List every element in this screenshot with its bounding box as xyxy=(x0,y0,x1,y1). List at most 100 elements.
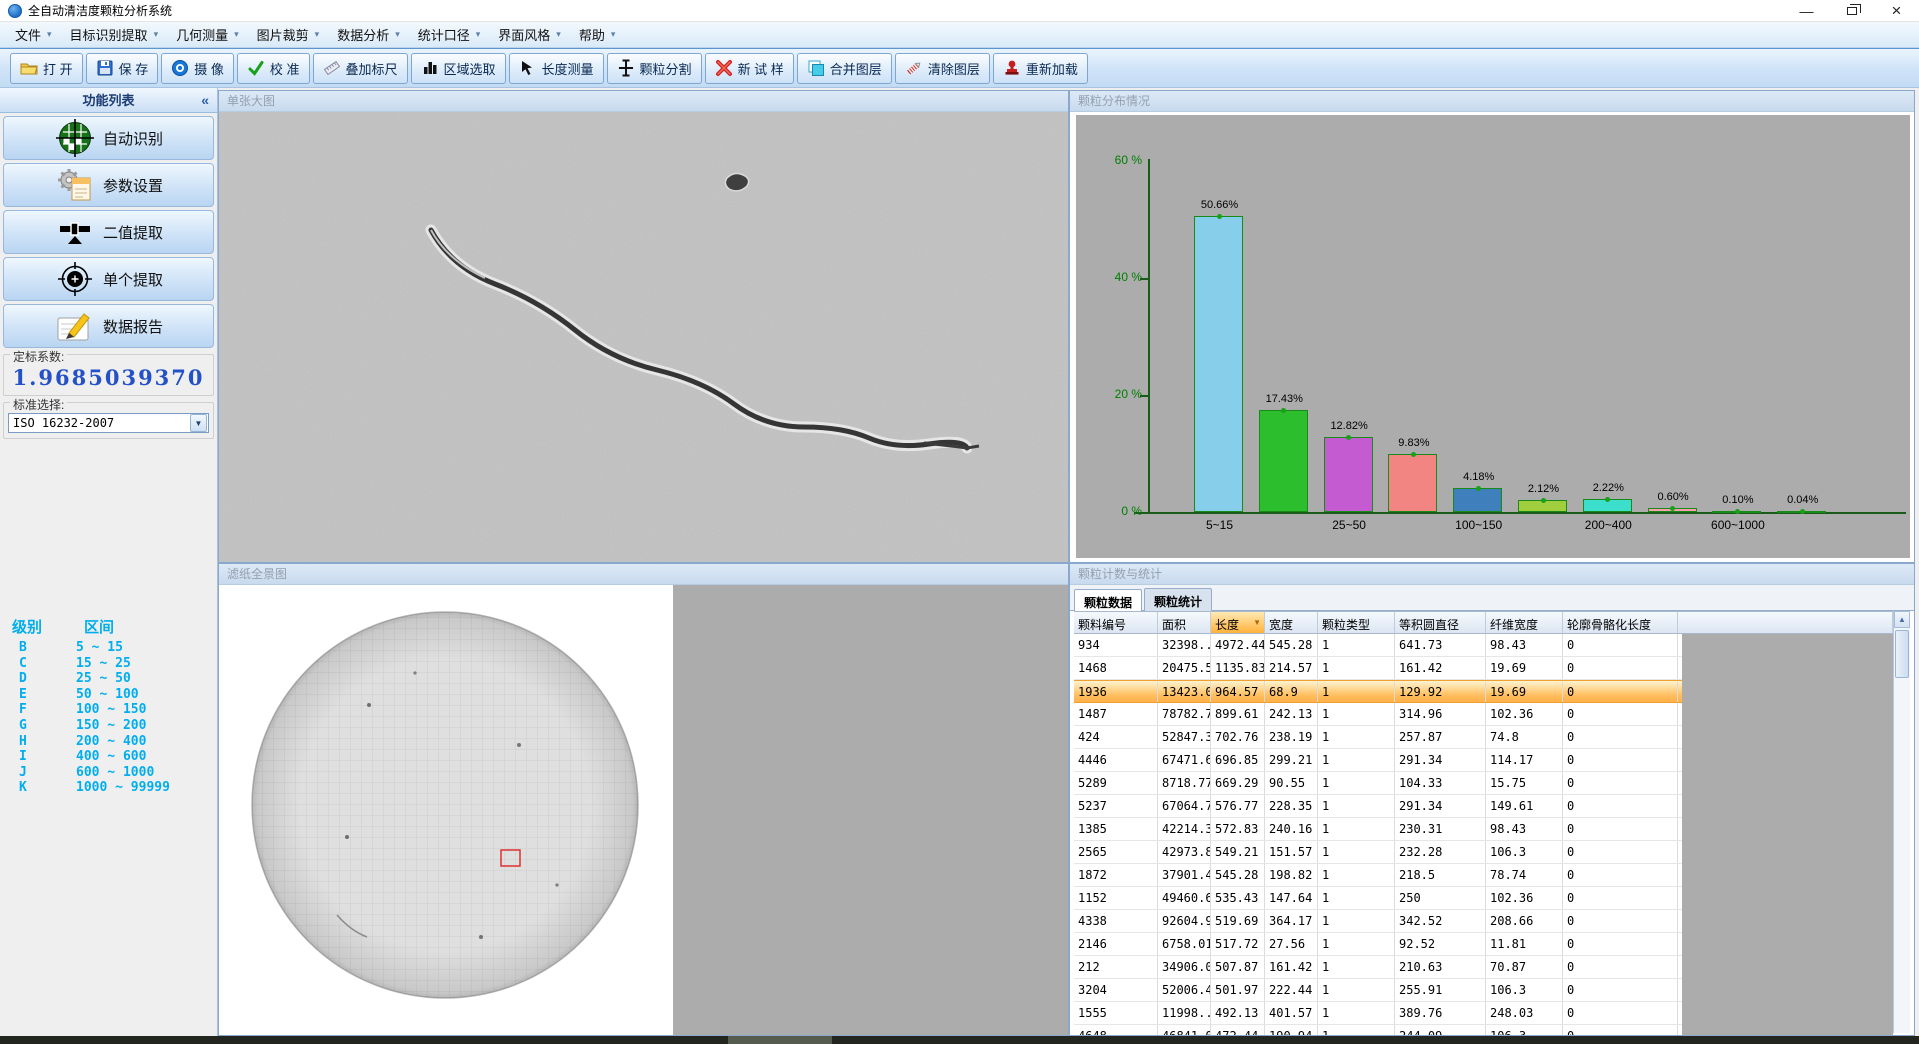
toolbar-button-label: 清除图层 xyxy=(928,59,980,78)
menu-item-2[interactable]: 几何测量▾ xyxy=(167,22,248,47)
new-sample-icon xyxy=(715,59,733,77)
menu-item-label: 目标识别提取 xyxy=(70,25,148,44)
chart-bar-25~50[interactable] xyxy=(1324,437,1373,512)
merge-layers-button[interactable]: 合并图层 xyxy=(797,53,892,84)
table-cell: 696.85 xyxy=(1211,749,1265,771)
table-row[interactable]: 464846841.09472.44190.941244.09106.30 xyxy=(1074,1025,1682,1035)
parameter-settings-icon xyxy=(56,166,94,204)
table-cell: 1 xyxy=(1318,726,1395,748)
table-cell: 1 xyxy=(1318,634,1395,656)
table-row[interactable]: 42452847.36702.76238.191257.8774.80 xyxy=(1074,726,1682,749)
menu-item-5[interactable]: 统计口径▾ xyxy=(409,22,490,47)
save-button[interactable]: 保 存 xyxy=(86,53,159,84)
table-row[interactable]: 444667471.63696.85299.211291.34114.170 xyxy=(1074,749,1682,772)
scroll-up-icon[interactable]: ▲ xyxy=(1894,611,1910,628)
sidebar-button-auto-recognize[interactable]: 自动识别 xyxy=(3,116,214,160)
column-header-5[interactable]: 等积圆直径 xyxy=(1395,611,1486,634)
tab-1[interactable]: 颗粒统计 xyxy=(1144,588,1212,613)
level-range: 5 ~ 15 xyxy=(76,640,123,656)
table-row[interactable]: 138542214.33572.83240.161230.3198.430 xyxy=(1074,818,1682,841)
table-cell: 0 xyxy=(1563,1002,1678,1024)
table-row[interactable]: 146820475.541135.83214.571161.4219.690 xyxy=(1074,657,1682,680)
window-title: 全自动清洁度颗粒分析系统 xyxy=(28,2,172,19)
table-row[interactable]: 320452006.48501.97222.441255.91106.30 xyxy=(1074,979,1682,1002)
level-range: 25 ~ 50 xyxy=(76,671,131,687)
app-logo-icon xyxy=(8,4,22,18)
menu-item-6[interactable]: 界面风格▾ xyxy=(489,22,570,47)
sidebar-button-binary-extract[interactable]: 二值提取 xyxy=(3,210,214,254)
menu-item-3[interactable]: 图片裁剪▾ xyxy=(248,22,329,47)
table-row[interactable]: 93432398...4972.44545.281641.7398.430 xyxy=(1074,634,1682,657)
table-cell: 238.19 xyxy=(1265,726,1318,748)
table-row[interactable]: 21234906.07507.87161.421210.6370.870 xyxy=(1074,956,1682,979)
menu-item-1[interactable]: 目标识别提取▾ xyxy=(61,22,168,47)
table-row[interactable]: 256542973.84549.21151.571232.28106.30 xyxy=(1074,841,1682,864)
menu-item-7[interactable]: 帮助▾ xyxy=(570,22,625,47)
calibrate-check-button[interactable]: 校 准 xyxy=(237,53,310,84)
table-row[interactable]: 52898718.77669.2990.551104.3315.750 xyxy=(1074,772,1682,795)
table-cell: 899.61 xyxy=(1211,703,1265,725)
table-scrollbar[interactable]: ▲ xyxy=(1893,611,1910,1033)
calibration-value: 1.9685039370 xyxy=(8,365,209,390)
minimize-button[interactable]: — xyxy=(1784,0,1829,22)
restore-button[interactable] xyxy=(1829,0,1874,22)
reload-button[interactable]: 重新加载 xyxy=(993,53,1088,84)
table-row[interactable]: 155511998...492.13401.571389.76248.030 xyxy=(1074,1002,1682,1025)
chart-bar-50~100[interactable] xyxy=(1388,454,1437,512)
sidebar-collapse-button[interactable]: « xyxy=(201,88,209,113)
chart-bar-15~25[interactable] xyxy=(1259,410,1308,512)
table-cell: 314.96 xyxy=(1395,703,1486,725)
sidebar-button-data-report[interactable]: 数据报告 xyxy=(3,304,214,348)
micrograph-image[interactable] xyxy=(219,112,1068,562)
column-header-4[interactable]: 颗粒类型 xyxy=(1318,611,1395,634)
column-header-3[interactable]: 宽度 xyxy=(1265,611,1318,634)
menu-item-4[interactable]: 数据分析▾ xyxy=(328,22,409,47)
table-row[interactable]: 187237901.45545.28198.821218.578.740 xyxy=(1074,864,1682,887)
menu-item-0[interactable]: 文件▾ xyxy=(6,22,61,47)
chart-y-axis xyxy=(1148,159,1150,514)
table-row[interactable]: 21466758.01517.7227.56192.5211.810 xyxy=(1074,933,1682,956)
standard-select[interactable]: ISO 16232-2007 ▼ xyxy=(8,413,209,433)
scrollbar-thumb[interactable] xyxy=(1895,630,1909,678)
bar-marker-dot xyxy=(1735,509,1740,514)
table-cell: 8718.77 xyxy=(1158,772,1211,794)
menu-item-label: 几何测量 xyxy=(176,25,228,44)
filter-paper-image[interactable] xyxy=(219,585,673,1035)
chevron-down-icon[interactable]: ▼ xyxy=(190,414,207,432)
sidebar-button-single-extract[interactable]: 单个提取 xyxy=(3,257,214,301)
camera-button[interactable]: 摄 像 xyxy=(161,53,234,84)
table-cell: 519.69 xyxy=(1211,910,1265,932)
open-folder-button[interactable]: 打 开 xyxy=(10,53,83,84)
table-row[interactable]: 115249460.6535.43147.641250102.360 xyxy=(1074,887,1682,910)
level-code: I xyxy=(10,749,76,765)
table-row[interactable]: 148778782.78899.61242.131314.96102.360 xyxy=(1074,703,1682,726)
table-row[interactable]: 523767064.76576.77228.351291.34149.610 xyxy=(1074,795,1682,818)
table-cell: 104.33 xyxy=(1395,772,1486,794)
column-header-0[interactable]: 颗料编号 xyxy=(1074,611,1158,634)
column-header-6[interactable]: 纤维宽度 xyxy=(1486,611,1563,634)
column-header-7[interactable]: 轮廓骨骼化长度 xyxy=(1563,611,1678,634)
overlay-ruler-button[interactable]: 叠加标尺 xyxy=(313,53,408,84)
filter-paper-panel-title: 滤纸全景图 xyxy=(219,564,1068,585)
column-header-1[interactable]: 面积 xyxy=(1158,611,1211,634)
chart-bar-100~150[interactable] xyxy=(1453,488,1502,512)
calibration-groupbox: 定标系数: 1.9685039370 xyxy=(3,354,214,396)
x-category-label: 600~1000 xyxy=(1693,518,1783,532)
column-header-2[interactable]: 长度▼ xyxy=(1211,611,1265,634)
close-button[interactable]: × xyxy=(1874,0,1919,22)
length-measure-button[interactable]: 长度测量 xyxy=(509,53,604,84)
particle-split-button[interactable]: 颗粒分割 xyxy=(607,53,702,84)
clear-layers-button[interactable]: 清除图层 xyxy=(895,53,990,84)
table-row[interactable]: 433892604.94519.69364.171342.52208.660 xyxy=(1074,910,1682,933)
chart-bar-5~15[interactable] xyxy=(1194,216,1243,512)
region-select-button[interactable]: 区域选取 xyxy=(411,53,506,84)
column-header-label: 颗料编号 xyxy=(1078,618,1126,632)
level-row: D25 ~ 50 xyxy=(10,671,210,687)
sidebar-button-parameter-settings[interactable]: 参数设置 xyxy=(3,163,214,207)
menu-item-label: 文件 xyxy=(15,25,41,44)
sort-descending-icon: ▼ xyxy=(1253,618,1261,627)
new-sample-button[interactable]: 新 试 样 xyxy=(705,53,794,84)
table-cell: 0 xyxy=(1563,864,1678,886)
table-row[interactable]: 193613423.03964.5768.91129.9219.690 xyxy=(1074,680,1682,703)
table-cell: 291.34 xyxy=(1395,749,1486,771)
